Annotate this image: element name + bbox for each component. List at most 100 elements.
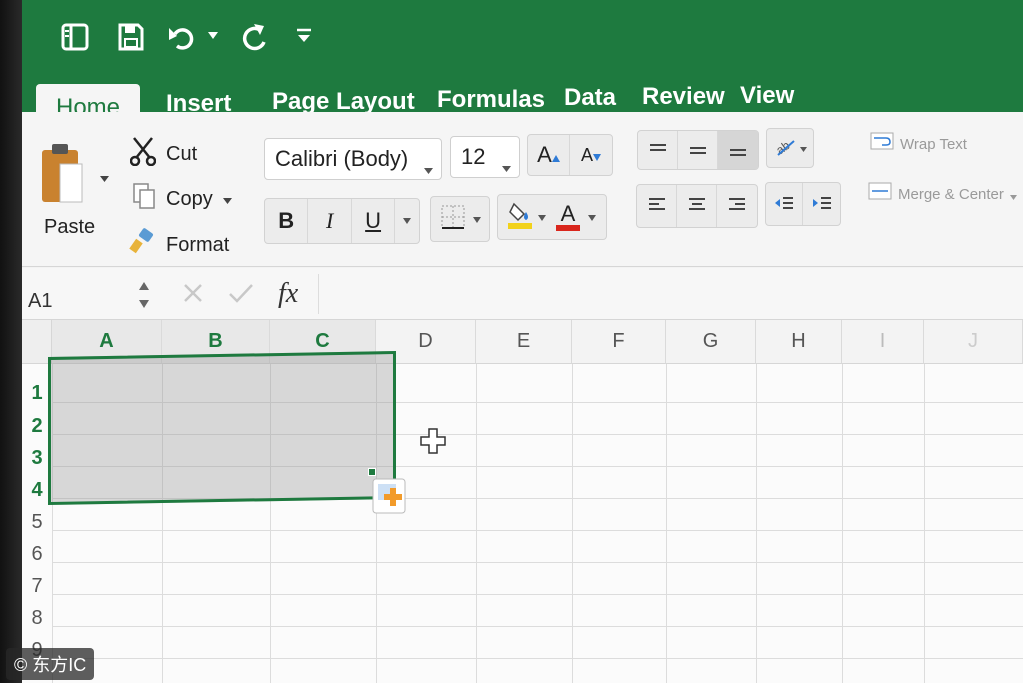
clipboard-icon xyxy=(40,142,86,211)
selected-range[interactable] xyxy=(48,350,396,506)
merge-dropdown-icon[interactable] xyxy=(1009,183,1017,206)
align-center-icon xyxy=(687,193,707,219)
indent-group xyxy=(765,182,841,226)
font-size-select[interactable]: 12 xyxy=(450,136,520,178)
undo-icon[interactable] xyxy=(167,22,199,52)
italic-button[interactable]: I xyxy=(308,199,352,243)
name-box[interactable]: A1 xyxy=(28,290,52,313)
tab-formulas[interactable]: Formulas xyxy=(437,86,545,114)
orientation-dropdown-icon[interactable] xyxy=(799,139,807,157)
tab-review[interactable]: Review xyxy=(642,83,725,111)
borders-icon xyxy=(441,205,465,234)
paintbrush-icon xyxy=(128,228,156,262)
formula-input[interactable] xyxy=(318,274,1023,314)
font-name-value: Calibri (Body) xyxy=(275,146,409,171)
decrease-font-size-button[interactable]: A xyxy=(570,135,612,175)
cut-button[interactable]: Cut xyxy=(129,136,197,172)
paste-button[interactable]: Paste xyxy=(36,142,116,252)
format-painter-button[interactable]: Format xyxy=(128,228,229,262)
grid-line xyxy=(52,530,1023,531)
font-size-dropdown-icon[interactable] xyxy=(502,153,511,179)
column-header-j[interactable]: J xyxy=(924,320,1023,364)
watermark: © 东方IC xyxy=(6,648,95,680)
enter-check-icon[interactable] xyxy=(228,282,254,309)
row-header-8[interactable]: 8 xyxy=(22,607,52,630)
text-orientation-icon: ab xyxy=(773,135,800,162)
align-center-button[interactable] xyxy=(677,185,717,227)
undo-dropdown-icon[interactable] xyxy=(208,32,218,40)
triangle-up-icon xyxy=(551,142,560,168)
align-left-button[interactable] xyxy=(637,185,677,227)
font-color-dropdown-icon[interactable] xyxy=(588,208,596,226)
monitor-bezel xyxy=(0,0,22,683)
paste-label: Paste xyxy=(44,216,96,238)
column-header-e[interactable]: E xyxy=(476,320,572,364)
increase-font-size-label: A xyxy=(537,142,552,167)
scissors-icon xyxy=(129,136,157,172)
font-name-select[interactable]: Calibri (Body) xyxy=(264,138,442,180)
align-left-icon xyxy=(647,193,667,219)
wrap-text-icon xyxy=(870,132,894,156)
save-icon[interactable] xyxy=(117,22,145,52)
increase-indent-icon xyxy=(812,191,832,217)
grid-line xyxy=(52,626,1023,627)
triangle-down-icon xyxy=(593,145,602,166)
vertical-align-group xyxy=(637,130,759,170)
tab-view[interactable]: View xyxy=(740,82,794,110)
font-color-button[interactable]: A xyxy=(556,203,580,231)
column-header-g[interactable]: G xyxy=(666,320,756,364)
title-bar: Home Insert Page Layout Formulas Data Re… xyxy=(22,0,1023,134)
underline-dropdown-icon[interactable] xyxy=(395,199,419,243)
increase-indent-button[interactable] xyxy=(803,183,840,225)
wrap-text-button[interactable]: Wrap Text xyxy=(870,132,967,156)
insert-function-button[interactable]: fx xyxy=(278,278,298,310)
bottom-align-button[interactable] xyxy=(718,131,758,169)
font-style-group: B I U xyxy=(264,198,420,244)
font-name-dropdown-icon[interactable] xyxy=(424,155,433,181)
row-header-6[interactable]: 6 xyxy=(22,543,52,566)
middle-align-button[interactable] xyxy=(678,131,718,169)
customize-toolbar-icon[interactable] xyxy=(296,28,312,44)
copy-dropdown-icon[interactable] xyxy=(222,188,232,211)
color-group: A xyxy=(497,194,607,240)
grid-line xyxy=(52,594,1023,595)
redo-icon[interactable] xyxy=(240,22,270,52)
cancel-icon[interactable] xyxy=(182,282,204,309)
copy-label: Copy xyxy=(166,187,213,210)
increase-font-size-button[interactable]: A xyxy=(528,135,571,175)
font-color-swatch xyxy=(556,225,580,231)
tab-data[interactable]: Data xyxy=(564,84,616,112)
merge-center-button[interactable]: Merge & Center xyxy=(868,182,1017,206)
paste-dropdown-icon[interactable] xyxy=(100,170,109,188)
align-right-button[interactable] xyxy=(717,185,757,227)
font-size-value: 12 xyxy=(461,144,486,169)
bold-button[interactable]: B xyxy=(265,199,309,243)
grid-line xyxy=(666,364,667,683)
merge-center-label: Merge & Center xyxy=(898,185,1004,203)
font-color-letter: A xyxy=(560,201,576,226)
sidebar-toggle-icon[interactable] xyxy=(60,22,90,52)
fill-color-icon[interactable] xyxy=(506,200,534,235)
fill-color-dropdown-icon[interactable] xyxy=(538,208,546,226)
wrap-text-label: Wrap Text xyxy=(900,135,967,153)
middle-align-icon xyxy=(688,137,708,163)
column-header-f[interactable]: F xyxy=(572,320,666,364)
top-align-button[interactable] xyxy=(638,131,678,169)
copy-button[interactable]: Copy xyxy=(132,182,232,216)
decrease-font-size-label: A xyxy=(581,144,594,165)
column-header-h[interactable]: H xyxy=(756,320,842,364)
fill-handle[interactable] xyxy=(368,468,376,476)
borders-button[interactable] xyxy=(430,196,490,242)
column-header-i[interactable]: I xyxy=(842,320,924,364)
quick-analysis-icon[interactable] xyxy=(372,478,406,519)
name-box-stepper-icon[interactable] xyxy=(138,278,150,317)
format-label: Format xyxy=(166,233,230,256)
orientation-button[interactable]: ab xyxy=(766,128,814,168)
row-header-7[interactable]: 7 xyxy=(22,575,52,598)
worksheet-grid[interactable]: A B C D E F G H I J 1 2 3 4 5 6 7 8 9 xyxy=(22,320,1023,683)
row-header-5[interactable]: 5 xyxy=(22,511,52,534)
underline-button[interactable]: U xyxy=(352,199,396,243)
decrease-indent-button[interactable] xyxy=(766,183,804,225)
borders-dropdown-icon[interactable] xyxy=(473,210,481,228)
ribbon-home: Paste Cut Copy Format Calibri (Body) 12 … xyxy=(22,112,1023,267)
